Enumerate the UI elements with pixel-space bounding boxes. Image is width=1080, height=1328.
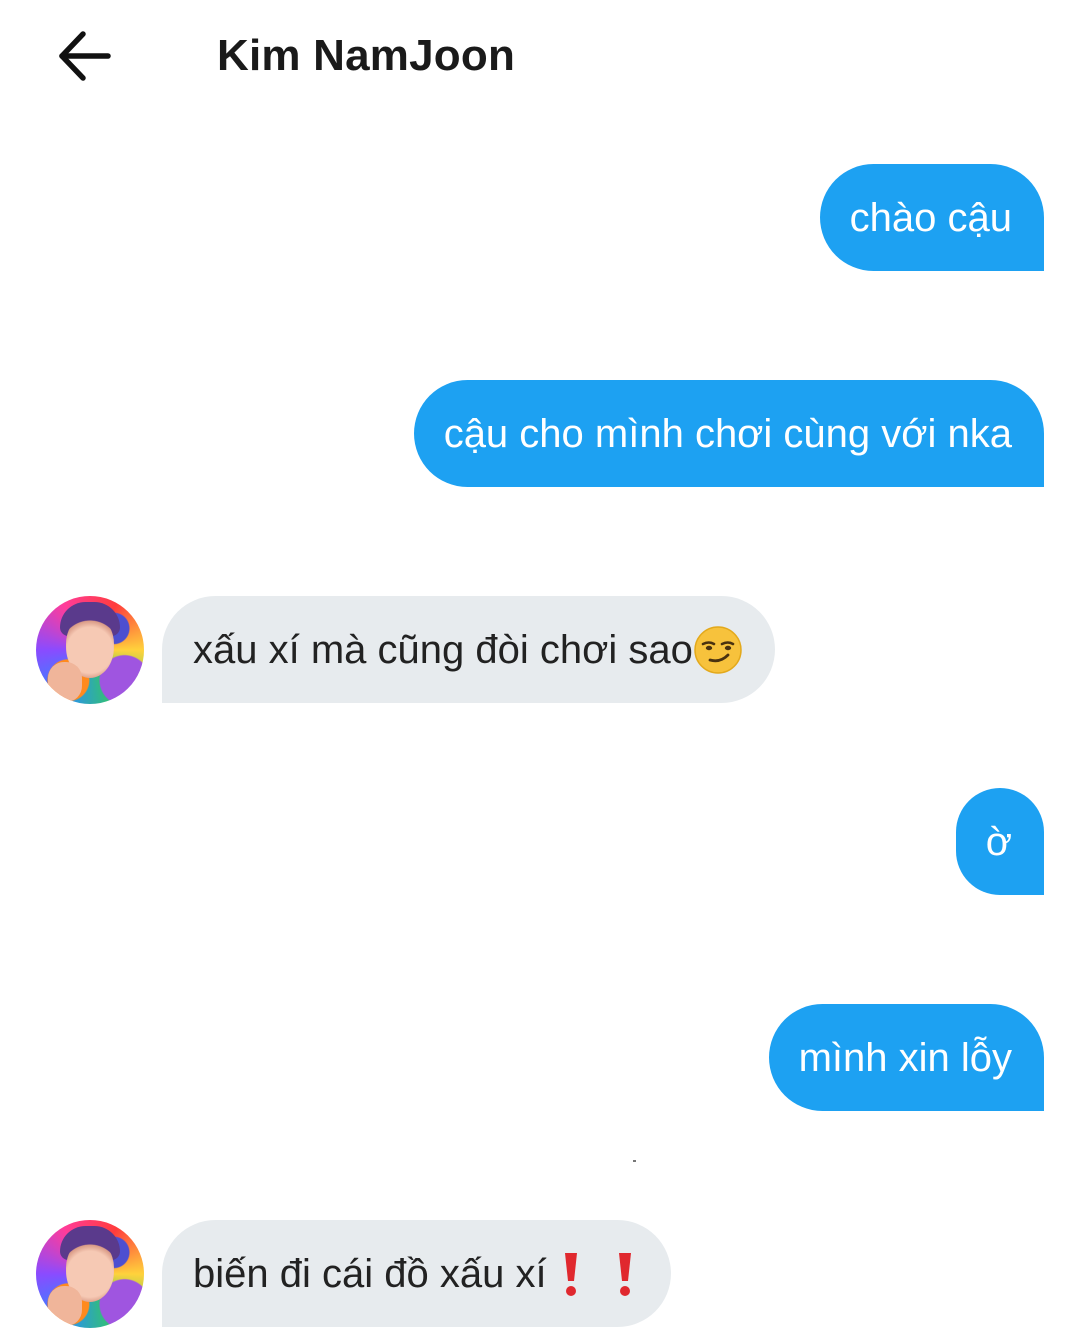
red-exclamation-icon (611, 1249, 639, 1299)
smirking-face-icon (693, 625, 743, 675)
received-message-bubble[interactable]: biến đi cái đồ xấu xí (162, 1220, 671, 1327)
contact-avatar[interactable] (36, 596, 144, 704)
sent-message-bubble[interactable]: ờ (955, 788, 1044, 895)
red-exclamation-icon (557, 1249, 585, 1299)
message-text: biến đi cái đồ xấu xí (193, 1251, 547, 1296)
message-text: chào cậu (849, 195, 1012, 240)
sent-message-bubble[interactable]: mình xin lỗy (768, 1004, 1044, 1111)
speck (633, 1160, 636, 1162)
contact-name[interactable]: Kim NamJoon (217, 28, 515, 84)
message-text: cậu cho mình chơi cùng với nka (443, 411, 1012, 456)
received-message-bubble[interactable]: xấu xí mà cũng đòi chơi sao (162, 596, 775, 703)
message-text: xấu xí mà cũng đòi chơi sao (193, 627, 693, 672)
sent-message-bubble[interactable]: cậu cho mình chơi cùng với nka (413, 380, 1044, 487)
sent-message-bubble[interactable]: chào cậu (819, 164, 1044, 271)
message-text: ờ (985, 819, 1012, 864)
chat-header: Kim NamJoon (0, 0, 1080, 112)
arrow-left-icon (59, 31, 111, 81)
message-text: mình xin lỗy (798, 1035, 1012, 1080)
contact-avatar[interactable] (36, 1220, 144, 1328)
back-button[interactable] (52, 26, 116, 86)
